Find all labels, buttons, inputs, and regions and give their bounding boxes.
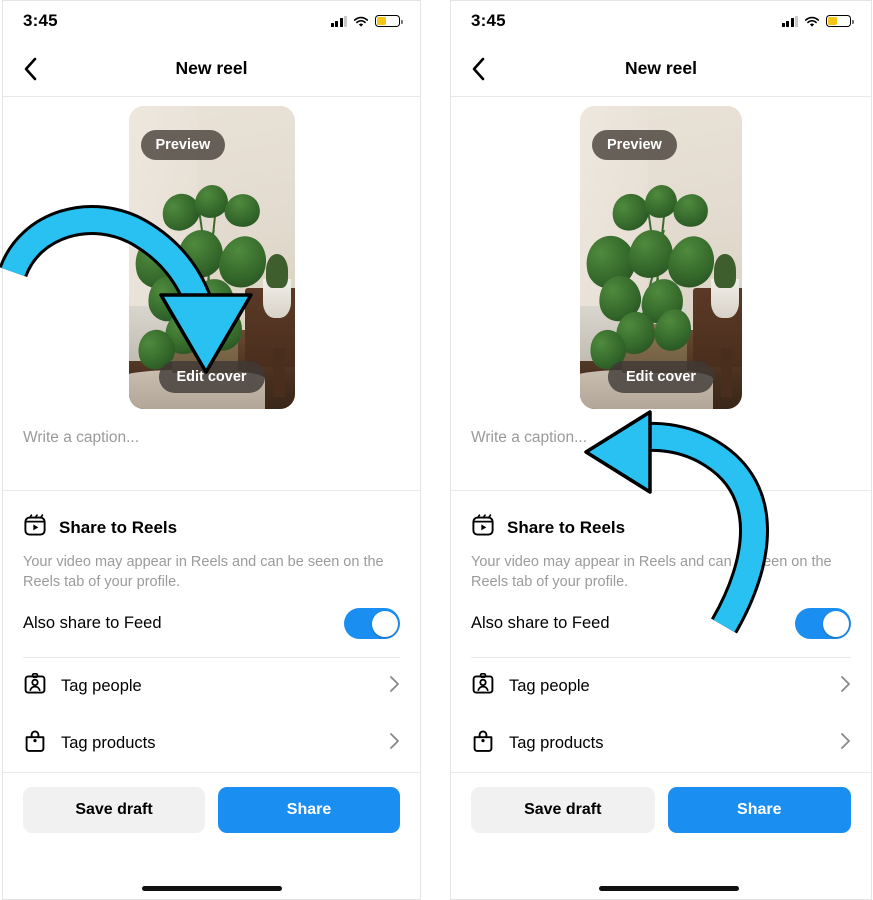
action-buttons: Save draft Share — [3, 773, 420, 833]
also-share-to-feed-row[interactable]: Also share to Feed — [23, 608, 400, 658]
save-draft-button[interactable]: Save draft — [23, 787, 205, 833]
home-indicator — [599, 886, 740, 891]
phone-screen-left: 3:45 New reel Preview Edit cover Write a… — [2, 0, 421, 900]
caption-section[interactable]: Write a caption... — [3, 417, 420, 491]
tag-people-icon — [23, 672, 47, 701]
battery-icon — [826, 14, 854, 28]
screenshot-stage: 3:45 New reel Preview Edit cover Write a… — [0, 0, 873, 900]
preview-badge[interactable]: Preview — [140, 130, 226, 160]
also-share-to-feed-toggle[interactable] — [795, 608, 851, 639]
phone-screen-right: 3:45 New reel Preview Edit cover Write a… — [450, 0, 872, 900]
chevron-left-icon — [472, 57, 484, 80]
caption-input[interactable]: Write a caption... — [471, 429, 851, 447]
tag-products-row[interactable]: Tag products — [451, 715, 871, 773]
wifi-icon — [353, 15, 369, 27]
preview-badge[interactable]: Preview — [592, 130, 677, 160]
tag-products-label: Tag products — [509, 734, 604, 752]
tag-people-row[interactable]: Tag people — [3, 658, 420, 715]
share-to-reels-header: Share to Reels — [471, 513, 851, 542]
also-share-to-feed-label: Also share to Feed — [23, 614, 162, 632]
wifi-icon — [804, 15, 820, 27]
preview-section: Preview Edit cover — [3, 97, 420, 417]
nav-bar: New reel — [451, 41, 871, 97]
share-to-reels-title: Share to Reels — [59, 517, 178, 537]
cellular-signal-icon — [781, 15, 798, 27]
share-to-reels-section: Share to Reels Your video may appear in … — [3, 491, 420, 658]
also-share-to-feed-toggle[interactable] — [344, 608, 400, 639]
status-indicators — [781, 14, 854, 28]
home-indicator — [141, 886, 282, 891]
share-button[interactable]: Share — [218, 787, 400, 833]
share-to-reels-header: Share to Reels — [23, 513, 400, 542]
tag-products-icon — [23, 729, 47, 758]
tag-products-icon — [471, 729, 495, 758]
share-button[interactable]: Share — [667, 787, 851, 833]
caption-section[interactable]: Write a caption... — [451, 417, 871, 491]
chevron-right-icon — [840, 732, 851, 755]
status-bar: 3:45 — [3, 1, 420, 41]
status-time: 3:45 — [471, 11, 506, 30]
back-button[interactable] — [461, 52, 495, 86]
save-draft-button[interactable]: Save draft — [471, 787, 655, 833]
back-button[interactable] — [13, 52, 47, 86]
preview-section: Preview Edit cover — [451, 97, 871, 417]
video-preview-card[interactable]: Preview Edit cover — [128, 106, 295, 409]
share-to-reels-description: Your video may appear in Reels and can b… — [23, 554, 384, 590]
tag-products-row[interactable]: Tag products — [3, 715, 420, 773]
share-to-reels-section: Share to Reels Your video may appear in … — [451, 491, 871, 658]
chevron-left-icon — [24, 57, 36, 80]
page-title: New reel — [175, 58, 248, 78]
action-buttons: Save draft Share — [451, 773, 871, 833]
video-preview-card[interactable]: Preview Edit cover — [580, 106, 742, 409]
tag-people-label: Tag people — [509, 677, 590, 695]
chevron-right-icon — [389, 732, 400, 755]
page-title: New reel — [625, 58, 697, 78]
tag-people-label: Tag people — [61, 677, 142, 695]
tag-products-label: Tag products — [61, 734, 156, 752]
edit-cover-button[interactable]: Edit cover — [607, 361, 715, 393]
battery-icon — [375, 14, 403, 28]
also-share-to-feed-label: Also share to Feed — [471, 614, 610, 632]
reels-icon — [23, 513, 47, 542]
status-time: 3:45 — [23, 11, 58, 30]
caption-input[interactable]: Write a caption... — [23, 429, 400, 447]
tag-people-icon — [471, 672, 495, 701]
share-to-reels-description: Your video may appear in Reels and can b… — [471, 554, 832, 590]
cellular-signal-icon — [330, 15, 347, 27]
share-to-reels-title: Share to Reels — [507, 517, 626, 537]
reels-icon — [471, 513, 495, 542]
edit-cover-button[interactable]: Edit cover — [158, 361, 265, 393]
chevron-right-icon — [389, 675, 400, 698]
chevron-right-icon — [840, 675, 851, 698]
status-indicators — [330, 14, 403, 28]
tag-people-row[interactable]: Tag people — [451, 658, 871, 715]
also-share-to-feed-row[interactable]: Also share to Feed — [471, 608, 851, 658]
status-bar: 3:45 — [451, 1, 871, 41]
nav-bar: New reel — [3, 41, 420, 97]
